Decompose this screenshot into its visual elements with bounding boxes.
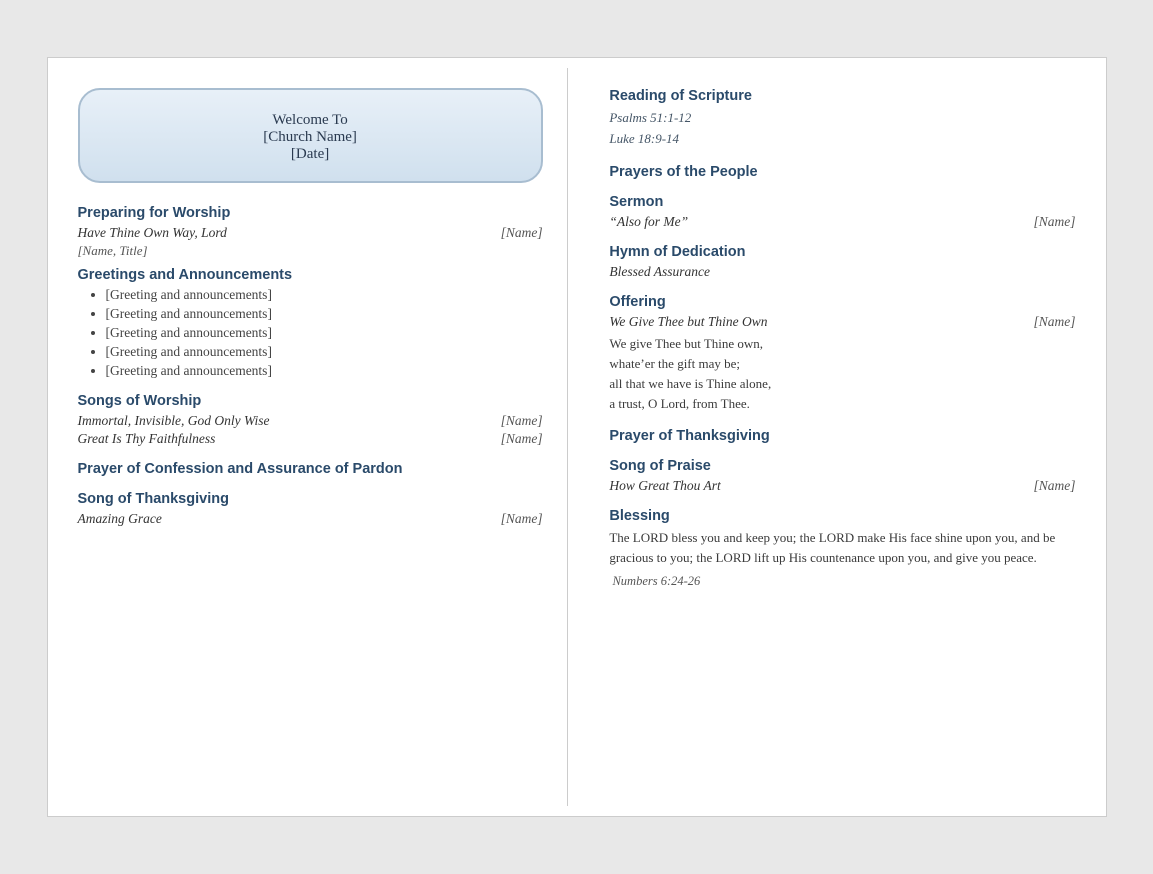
song1-name: [Name]: [501, 413, 543, 429]
scripture-2: Luke 18:9-14: [609, 131, 679, 146]
preparing-name: [Name]: [501, 225, 543, 241]
section-prayer-thanksgiving-title: Prayer of Thanksgiving: [609, 428, 1075, 444]
song-thanksgiving-row: Amazing Grace [Name]: [78, 511, 543, 527]
blessing-body: The LORD bless you and keep you; the LOR…: [609, 528, 1075, 568]
songs-item-row-1: Immortal, Invisible, God Only Wise [Name…: [78, 413, 543, 429]
section-sermon-title: Sermon: [609, 194, 1075, 210]
amazing-grace: Amazing Grace: [78, 511, 162, 527]
section-confession-title: Prayer of Confession and Assurance of Pa…: [78, 461, 543, 477]
hymn-song: Blessed Assurance: [609, 264, 1075, 280]
sermon-name: [Name]: [1033, 214, 1075, 230]
section-song-thanksgiving-title: Song of Thanksgiving: [78, 491, 543, 507]
greetings-list: [Greeting and announcements] [Greeting a…: [78, 287, 543, 379]
column-left: Welcome To [Church Name] [Date] Preparin…: [58, 68, 568, 806]
song2-name: [Name]: [501, 431, 543, 447]
amazing-grace-name: [Name]: [501, 511, 543, 527]
preparing-item-row: Have Thine Own Way, Lord [Name]: [78, 225, 543, 241]
list-item: [Greeting and announcements]: [106, 306, 543, 322]
bulletin-container: Welcome To [Church Name] [Date] Preparin…: [47, 57, 1107, 817]
offering-song: We Give Thee but Thine Own: [609, 314, 767, 330]
song1: Immortal, Invisible, God Only Wise: [78, 413, 270, 429]
welcome-box: Welcome To [Church Name] [Date]: [78, 88, 543, 183]
list-item: [Greeting and announcements]: [106, 344, 543, 360]
list-item: [Greeting and announcements]: [106, 363, 543, 379]
song2: Great Is Thy Faithfulness: [78, 431, 216, 447]
sermon-title: “Also for Me”: [609, 214, 688, 230]
preparing-subtitle: [Name, Title]: [78, 243, 543, 259]
preparing-song: Have Thine Own Way, Lord: [78, 225, 227, 241]
scripture-1: Psalms 51:1-12: [609, 110, 691, 125]
verse-line4: a trust, O Lord, from Thee.: [609, 396, 750, 411]
column-right: Reading of Scripture Psalms 51:1-12 Luke…: [585, 68, 1095, 806]
welcome-line2: [Church Name]: [96, 129, 525, 146]
offering-row: We Give Thee but Thine Own [Name]: [609, 314, 1075, 330]
scripture-refs: Psalms 51:1-12 Luke 18:9-14: [609, 108, 1075, 150]
verse-line3: all that we have is Thine alone,: [609, 376, 771, 391]
section-blessing-title: Blessing: [609, 508, 1075, 524]
sermon-row: “Also for Me” [Name]: [609, 214, 1075, 230]
section-preparing-title: Preparing for Worship: [78, 205, 543, 221]
songs-item-row-2: Great Is Thy Faithfulness [Name]: [78, 431, 543, 447]
offering-verse: We give Thee but Thine own, whate’er the…: [609, 334, 1075, 415]
song-praise-row: How Great Thou Art [Name]: [609, 478, 1075, 494]
welcome-line3: [Date]: [96, 146, 525, 163]
offering-name: [Name]: [1033, 314, 1075, 330]
section-songs-title: Songs of Worship: [78, 393, 543, 409]
section-hymn-title: Hymn of Dedication: [609, 244, 1075, 260]
welcome-line1: Welcome To: [96, 112, 525, 129]
section-offering-title: Offering: [609, 294, 1075, 310]
blessing-reference: Numbers 6:24-26: [609, 574, 1075, 589]
list-item: [Greeting and announcements]: [106, 287, 543, 303]
section-song-praise-title: Song of Praise: [609, 458, 1075, 474]
list-item: [Greeting and announcements]: [106, 325, 543, 341]
section-prayers-title: Prayers of the People: [609, 164, 1075, 180]
section-reading-title: Reading of Scripture: [609, 88, 1075, 104]
verse-line1: We give Thee but Thine own,: [609, 336, 763, 351]
section-greetings-title: Greetings and Announcements: [78, 267, 543, 283]
song-praise-name: [Name]: [1033, 478, 1075, 494]
col-divider: [568, 68, 586, 806]
verse-line2: whate’er the gift may be;: [609, 356, 740, 371]
song-praise-title: How Great Thou Art: [609, 478, 720, 494]
